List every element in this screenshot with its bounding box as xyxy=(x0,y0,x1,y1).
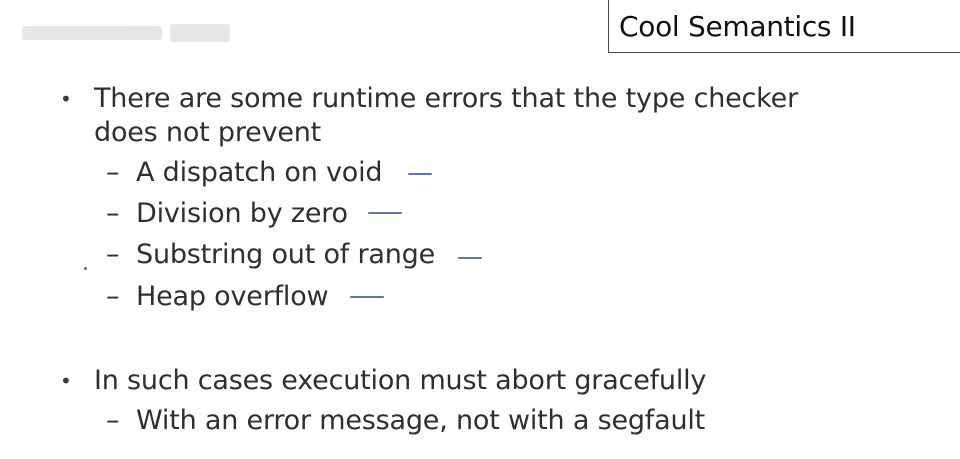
dash-glyph: – xyxy=(106,198,120,229)
bullet-list: • There are some runtime errors that the… xyxy=(0,0,960,459)
subitem-text: Heap overflow xyxy=(136,281,329,312)
bullet-item-2: • In such cases execution must abort gra… xyxy=(60,364,854,398)
bullet-glyph: • xyxy=(60,87,72,111)
subitem-text: With an error message, not with a segfau… xyxy=(136,405,706,436)
pen-annotation-mark xyxy=(408,173,432,175)
slide: Cool Semantics II • There are some runti… xyxy=(0,0,960,459)
pen-dot-mark xyxy=(84,267,87,270)
subitem-text: Substring out of range xyxy=(136,239,435,270)
bullet-text: In such cases execution must abort grace… xyxy=(94,365,707,396)
subitem-text: A dispatch on void xyxy=(136,157,383,188)
dash-glyph: – xyxy=(106,239,120,270)
bullet-item-1: • There are some runtime errors that the… xyxy=(60,82,854,150)
bullet-glyph: • xyxy=(60,369,72,393)
pen-annotation-mark xyxy=(368,212,402,214)
pen-annotation-mark xyxy=(458,257,482,259)
bullet-text: There are some runtime errors that the t… xyxy=(94,83,798,148)
subitem-error-message: – With an error message, not with a segfa… xyxy=(106,404,705,438)
subitem-substring-out-of-range: – Substring out of range xyxy=(106,238,435,272)
subitem-division-by-zero: – Division by zero xyxy=(106,197,348,231)
dash-glyph: – xyxy=(106,157,120,188)
subitem-heap-overflow: – Heap overflow xyxy=(106,280,329,314)
pen-annotation-mark xyxy=(350,296,384,298)
subitem-dispatch-on-void: – A dispatch on void xyxy=(106,156,383,190)
dash-glyph: – xyxy=(106,405,120,436)
dash-glyph: – xyxy=(106,281,120,312)
subitem-text: Division by zero xyxy=(136,198,348,229)
